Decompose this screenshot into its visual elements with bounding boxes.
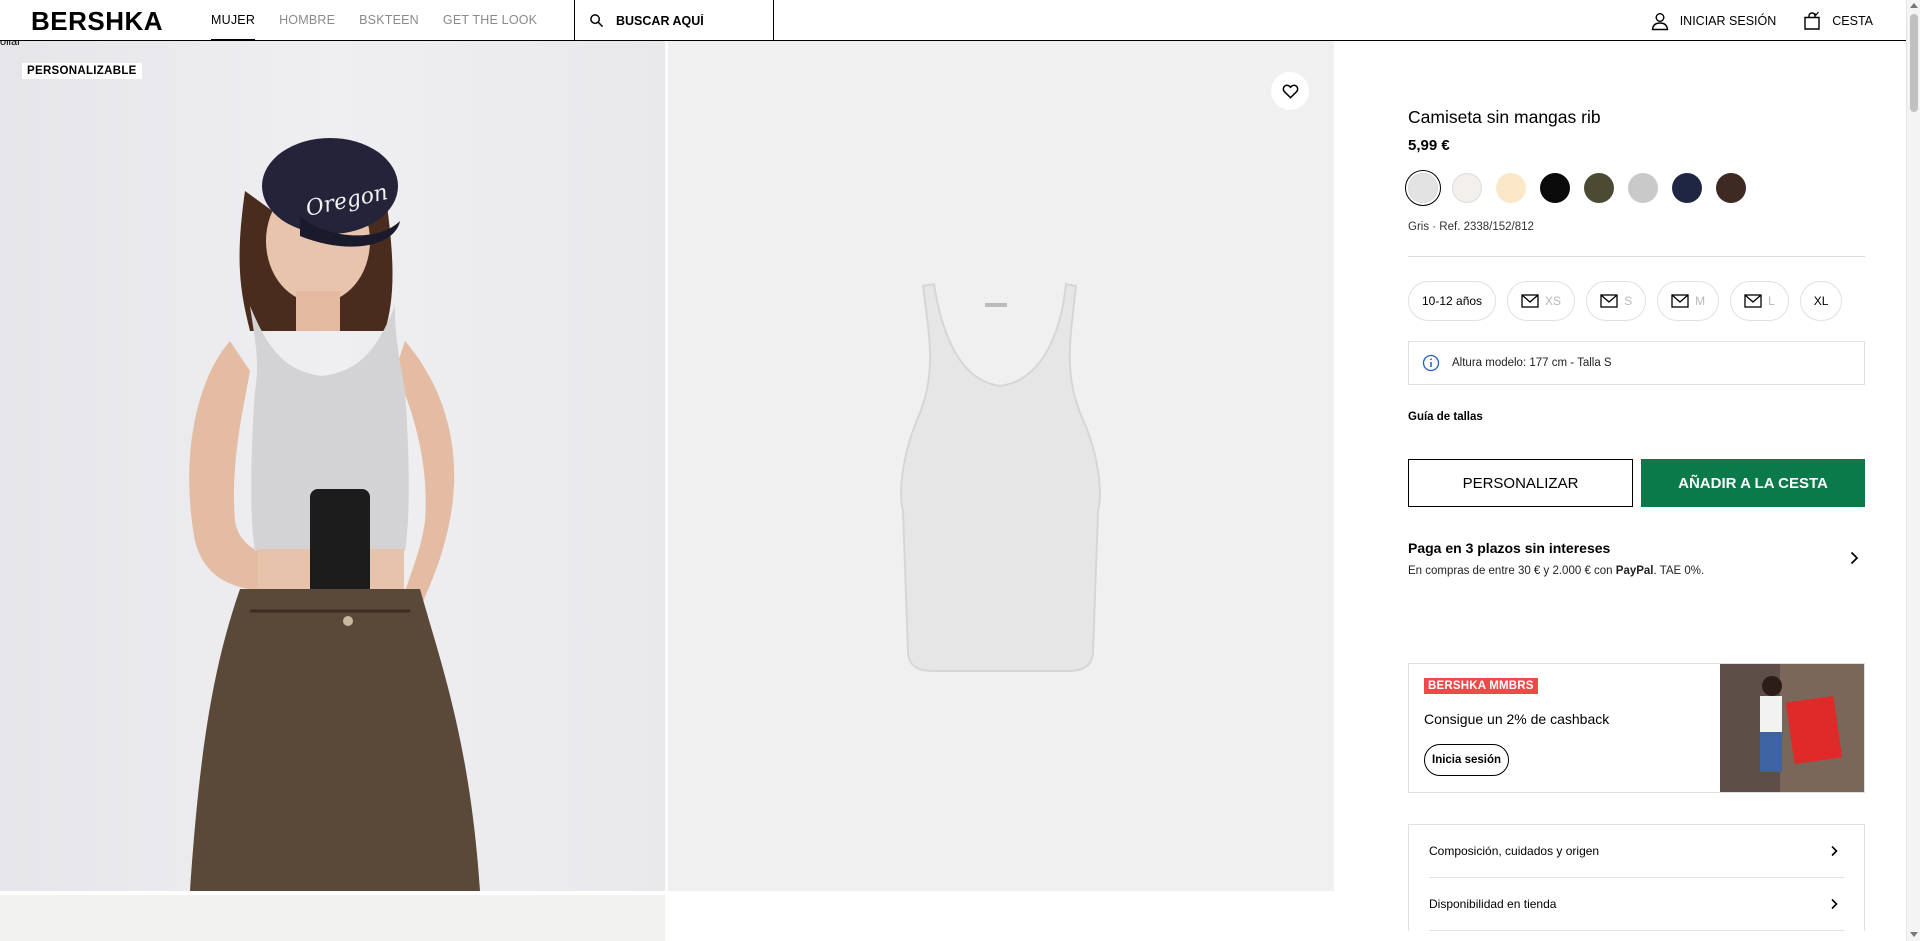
installments-subtitle: En compras de entre 30 € y 2.000 € con P… xyxy=(1408,565,1705,577)
mail-notify-icon xyxy=(1744,294,1762,308)
chevron-right-icon xyxy=(1831,898,1838,910)
scroll-thumb[interactable] xyxy=(1910,14,1918,112)
divider xyxy=(1408,256,1865,257)
model-illustration: Oregon xyxy=(189,138,480,891)
scroll-down-arrow[interactable] xyxy=(1910,932,1918,937)
cart-label: CESTA xyxy=(1832,13,1873,28)
color-swatch[interactable] xyxy=(1540,173,1570,203)
search-icon xyxy=(590,14,604,28)
size-option-l[interactable]: L xyxy=(1730,281,1789,321)
color-swatch[interactable] xyxy=(1405,170,1441,206)
size-option-xl[interactable]: XL xyxy=(1799,281,1843,321)
members-promo: BERSHKA MMBRS Consigue un 2% de cashback… xyxy=(1408,663,1865,793)
size-guide-link[interactable]: Guía de tallas xyxy=(1408,411,1483,423)
personalizable-tag: PERSONALIZABLE xyxy=(22,63,142,79)
color-swatch[interactable] xyxy=(1452,173,1482,203)
promo-image xyxy=(1720,664,1864,792)
personalize-button[interactable]: PERSONALIZAR xyxy=(1408,459,1633,507)
chevron-right-icon xyxy=(1850,551,1859,565)
size-option-m[interactable]: M xyxy=(1657,281,1720,321)
model-info-box: Altura modelo: 177 cm - Talla S xyxy=(1408,341,1865,385)
product-photo-garment[interactable] xyxy=(668,41,1334,891)
size-label: XS xyxy=(1545,294,1562,308)
model-info-text: Altura modelo: 177 cm - Talla S xyxy=(1452,357,1612,369)
product-price: 5,99 € xyxy=(1408,137,1450,154)
product-reference: Gris · Ref. 2338/152/812 xyxy=(1408,221,1534,233)
color-swatch[interactable] xyxy=(1672,173,1702,203)
favorite-button[interactable] xyxy=(1271,72,1309,110)
size-label: XL xyxy=(1813,294,1829,308)
heart-icon xyxy=(1282,83,1298,99)
chevron-right-icon xyxy=(1831,845,1838,857)
nav-item-bskteen[interactable]: BSKTEEN xyxy=(359,0,419,41)
color-swatch[interactable] xyxy=(1716,173,1746,203)
tank-top-illustration xyxy=(900,282,1101,672)
mail-notify-icon xyxy=(1521,294,1539,308)
size-label: L xyxy=(1768,294,1775,308)
color-swatch[interactable] xyxy=(1628,173,1658,203)
size-label: M xyxy=(1695,294,1706,308)
scroll-up-arrow[interactable] xyxy=(1910,3,1918,8)
mail-notify-icon xyxy=(1671,294,1689,308)
login-link[interactable]: INICIAR SESIÓN xyxy=(1650,11,1777,31)
promo-illustration xyxy=(1720,664,1864,792)
accordion-label: Disponibilidad en tienda xyxy=(1429,897,1557,911)
bershka-logo[interactable]: BERSHKA xyxy=(31,6,163,37)
nav-item-mujer[interactable]: MUJER xyxy=(211,0,256,41)
installments-title: Paga en 3 plazos sin intereses xyxy=(1408,540,1611,556)
cart-link[interactable]: CESTA xyxy=(1802,11,1873,31)
accordion-store-availability[interactable]: Disponibilidad en tienda xyxy=(1429,878,1844,931)
product-details-accordion: Composición, cuidados y origen Disponibi… xyxy=(1408,824,1865,931)
cart-icon xyxy=(1804,11,1820,30)
product-title: Camiseta sin mangas rib xyxy=(1408,107,1601,127)
page-scrollbar[interactable] xyxy=(1906,0,1920,941)
info-icon xyxy=(1422,354,1440,372)
size-option-s[interactable]: S xyxy=(1586,281,1647,321)
size-option-10-12[interactable]: 10-12 años xyxy=(1408,281,1497,321)
accordion-label: Composición, cuidados y origen xyxy=(1429,844,1600,858)
nav-item-hombre[interactable]: HOMBRE xyxy=(279,0,335,41)
login-label: INICIAR SESIÓN xyxy=(1679,13,1777,28)
paypal-installments[interactable]: Paga en 3 plazos sin intereses En compra… xyxy=(1408,540,1865,590)
product-photo-next[interactable] xyxy=(0,895,665,941)
add-to-cart-button[interactable]: AÑADIR A LA CESTA xyxy=(1641,459,1865,507)
mail-notify-icon xyxy=(1600,294,1618,308)
size-option-xs[interactable]: XS xyxy=(1507,281,1576,321)
search-box[interactable] xyxy=(574,0,774,41)
user-icon xyxy=(1651,12,1668,30)
accordion-composition[interactable]: Composición, cuidados y origen xyxy=(1429,825,1844,878)
main-nav: MUJER HOMBRE BSKTEEN GET THE LOOK xyxy=(211,0,561,41)
color-swatch[interactable] xyxy=(1496,173,1526,203)
nav-item-get-the-look[interactable]: GET THE LOOK xyxy=(443,0,537,41)
members-badge: BERSHKA MMBRS xyxy=(1424,678,1538,694)
size-selector: 10-12 años XS S M L XL xyxy=(1408,281,1843,321)
product-photo-model[interactable]: Oregon xyxy=(0,41,665,891)
header-actions: INICIAR SESIÓN CESTA xyxy=(1650,0,1873,41)
cashback-text: Consigue un 2% de cashback xyxy=(1424,711,1610,727)
promo-login-button[interactable]: Inicia sesión xyxy=(1424,744,1510,776)
top-header: BERSHKA MUJER HOMBRE BSKTEEN GET THE LOO… xyxy=(0,0,1906,41)
color-swatches xyxy=(1405,170,1746,206)
size-label: S xyxy=(1624,294,1633,308)
size-label: 10-12 años xyxy=(1422,294,1483,308)
search-input[interactable] xyxy=(616,13,756,28)
color-swatch[interactable] xyxy=(1584,173,1614,203)
